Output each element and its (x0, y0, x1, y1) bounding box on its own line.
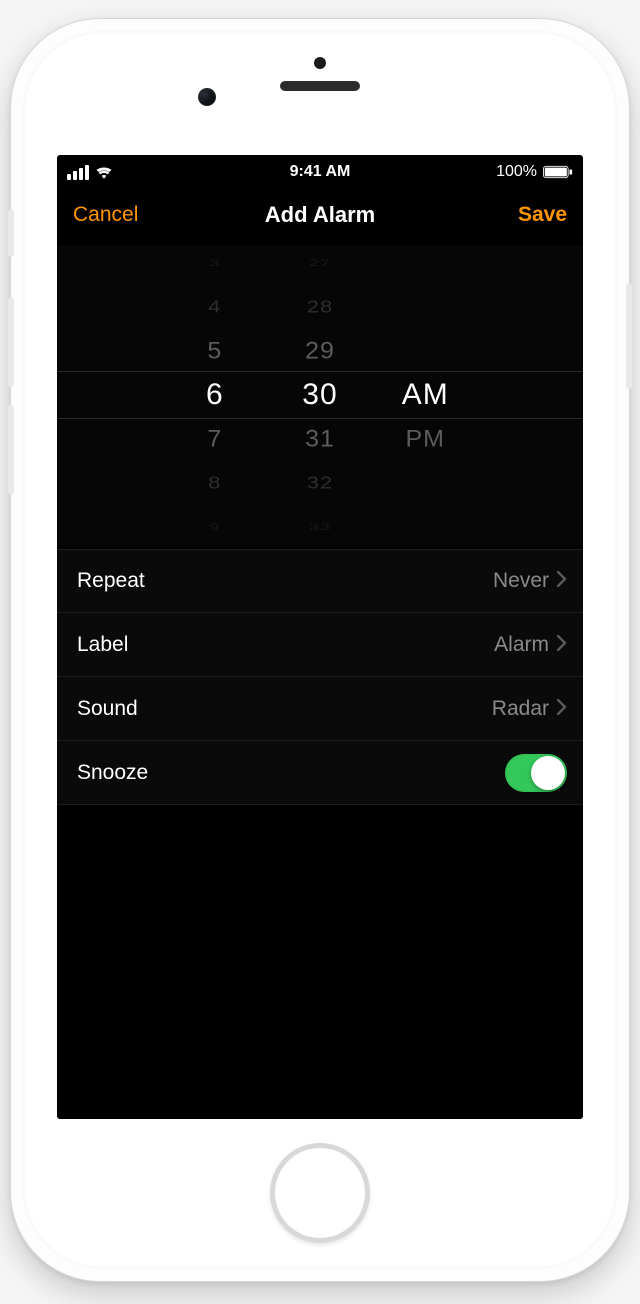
hour-option-selected[interactable]: 6 (162, 373, 267, 417)
hour-option[interactable]: 3 (162, 252, 267, 274)
alarm-options-list: Repeat Never Label Alarm (57, 549, 583, 805)
sound-label: Sound (77, 697, 138, 721)
device-bezel: 9:41 AM 100% Cancel Add Alarm Save (23, 31, 617, 1269)
repeat-row[interactable]: Repeat Never (57, 549, 583, 613)
hour-option[interactable]: 9 (162, 516, 267, 538)
volume-up-button (8, 297, 14, 387)
label-value: Alarm (494, 633, 549, 657)
minute-option[interactable]: 29 (267, 330, 372, 372)
time-picker[interactable]: 3 4 5 6 7 8 9 27 28 29 (57, 245, 583, 545)
minute-option[interactable]: 32 (267, 466, 372, 500)
hour-option[interactable]: 8 (162, 466, 267, 500)
front-camera (198, 88, 216, 106)
snooze-row: Snooze (57, 741, 583, 805)
minute-option[interactable]: 28 (267, 290, 372, 324)
hour-option[interactable]: 7 (162, 418, 267, 460)
minute-option[interactable]: 31 (267, 418, 372, 460)
repeat-label: Repeat (77, 569, 145, 593)
page-title: Add Alarm (57, 202, 583, 228)
picker-spacer-right (478, 245, 583, 545)
sound-row[interactable]: Sound Radar (57, 677, 583, 741)
volume-down-button (8, 405, 14, 495)
snooze-toggle[interactable] (505, 754, 567, 792)
label-row[interactable]: Label Alarm (57, 613, 583, 677)
repeat-value: Never (493, 569, 549, 593)
minute-option[interactable]: 33 (267, 516, 372, 538)
hour-option[interactable]: 5 (162, 330, 267, 372)
label-label: Label (77, 633, 128, 657)
minute-option-selected[interactable]: 30 (267, 373, 372, 417)
chevron-right-icon (557, 697, 567, 721)
power-button (626, 283, 632, 389)
picker-spacer-left (57, 245, 162, 545)
snooze-label: Snooze (77, 761, 148, 785)
device-frame: 9:41 AM 100% Cancel Add Alarm Save (10, 18, 630, 1282)
status-bar: 9:41 AM 100% (57, 155, 583, 185)
battery-icon (543, 165, 573, 179)
mute-switch (8, 209, 14, 257)
home-button[interactable] (270, 1143, 370, 1243)
minute-wheel[interactable]: 27 28 29 30 31 32 33 (267, 245, 372, 545)
sound-value: Radar (492, 697, 549, 721)
chevron-right-icon (557, 633, 567, 657)
nav-bar: Cancel Add Alarm Save (57, 185, 583, 245)
proximity-sensor (314, 57, 326, 69)
ampm-wheel[interactable]: AM PM (373, 245, 478, 545)
toggle-knob (531, 756, 565, 790)
cellular-signal-icon (67, 165, 89, 180)
battery-percentage: 100% (496, 163, 537, 181)
hour-option[interactable]: 4 (162, 290, 267, 324)
ampm-option-selected[interactable]: AM (373, 373, 478, 417)
chevron-right-icon (557, 569, 567, 593)
ampm-option[interactable]: PM (373, 418, 478, 460)
minute-option[interactable]: 27 (267, 252, 372, 274)
wifi-icon (95, 165, 113, 179)
hour-wheel[interactable]: 3 4 5 6 7 8 9 (162, 245, 267, 545)
screen: 9:41 AM 100% Cancel Add Alarm Save (57, 155, 583, 1119)
earpiece (280, 81, 360, 91)
